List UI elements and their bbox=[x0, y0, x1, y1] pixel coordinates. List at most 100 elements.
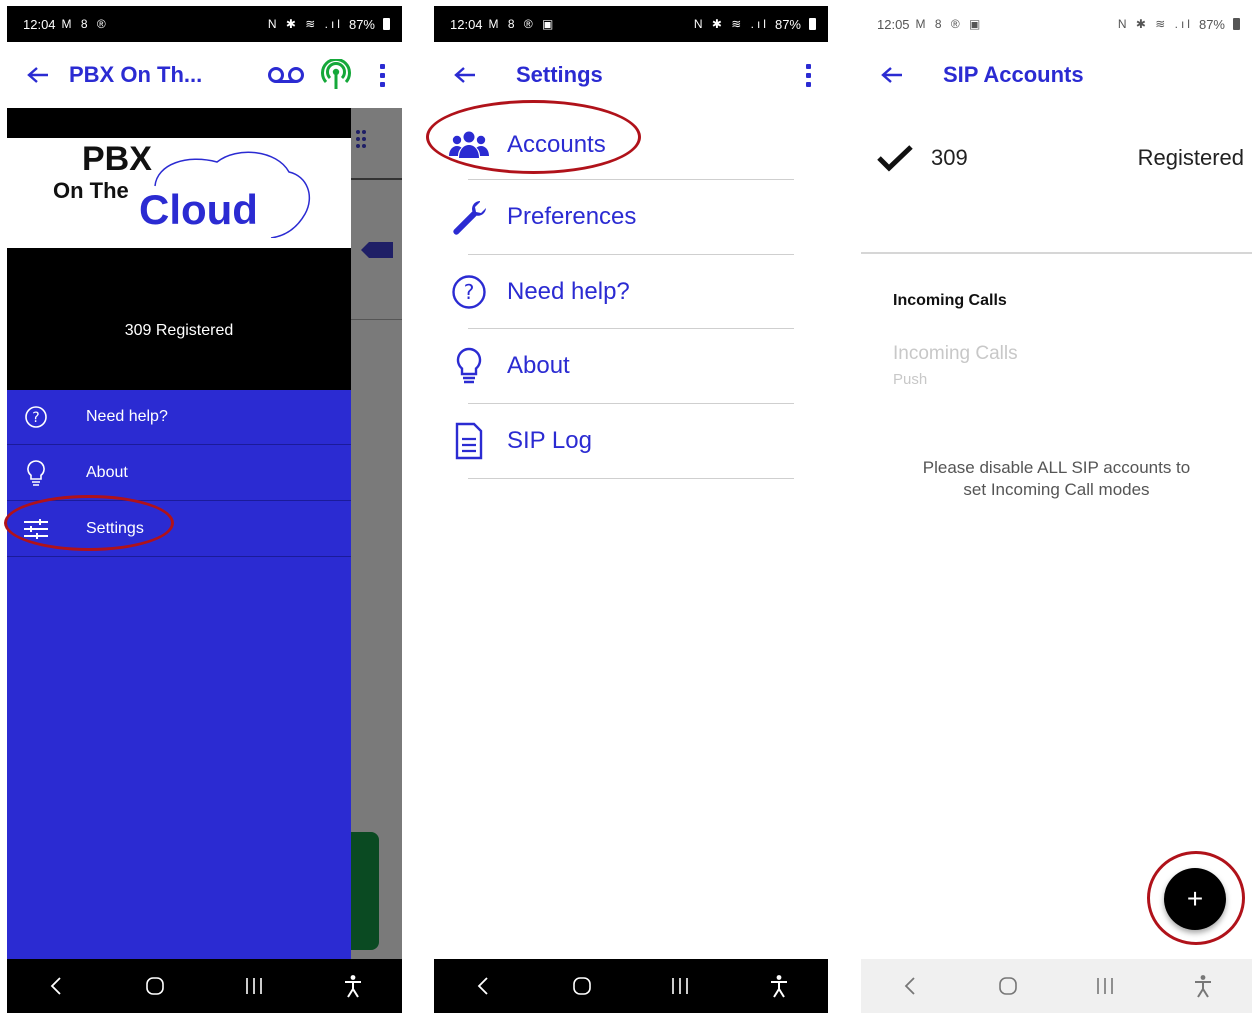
battery-level: 87% bbox=[348, 16, 375, 32]
logo-pbx-text: PBX bbox=[82, 140, 152, 178]
settings-item-accounts[interactable]: Accounts bbox=[434, 108, 828, 182]
more-dot bbox=[379, 81, 385, 87]
nav-recents-button[interactable] bbox=[650, 971, 710, 1001]
accessibility-button[interactable] bbox=[749, 971, 809, 1001]
nav-recents-button[interactable] bbox=[224, 971, 284, 1001]
logo-onthe-text: On The bbox=[53, 178, 129, 203]
connection-status-button[interactable] bbox=[310, 59, 362, 91]
accessibility-button[interactable] bbox=[323, 971, 383, 1001]
system-nav-bar bbox=[434, 959, 828, 1013]
dialpad-icon bbox=[356, 130, 366, 148]
accessibility-icon bbox=[770, 975, 787, 998]
call-button bbox=[351, 832, 379, 950]
settings-item-preferences[interactable]: Preferences bbox=[434, 180, 828, 254]
recents-icon bbox=[246, 978, 262, 994]
home-square-icon bbox=[146, 977, 164, 995]
drawer-item-need-help[interactable]: ? Need help? bbox=[7, 390, 351, 445]
users-icon bbox=[434, 130, 504, 160]
wrench-icon bbox=[434, 199, 504, 235]
navigation-drawer: PBX On The Cloud 309 Registered ? Need h… bbox=[7, 108, 351, 959]
phone-settings-screen: 12:04 M 8 ® ▣ N ✱ ≋ .ıl 87% Settings Acc… bbox=[434, 6, 828, 1013]
pbx-logo: PBX On The Cloud bbox=[7, 138, 351, 248]
nav-back-button[interactable] bbox=[26, 971, 86, 1001]
battery-level: 87% bbox=[1198, 16, 1225, 32]
battery-icon bbox=[383, 18, 390, 30]
svg-text:?: ? bbox=[32, 410, 39, 426]
system-nav-bar bbox=[861, 959, 1252, 1013]
settings-item-need-help[interactable]: ? Need help? bbox=[434, 255, 828, 329]
accessibility-icon bbox=[1195, 975, 1212, 998]
voicemail-icon bbox=[268, 67, 304, 83]
account-name: 309 bbox=[931, 145, 968, 170]
settings-item-sip-log[interactable]: SIP Log bbox=[434, 404, 828, 478]
chevron-left-icon bbox=[477, 977, 488, 995]
more-dot bbox=[805, 72, 811, 78]
voicemail-button[interactable] bbox=[262, 66, 310, 84]
back-button[interactable] bbox=[434, 66, 496, 84]
connectivity-icons: N ✱ ≋ .ıl bbox=[693, 17, 769, 31]
chevron-left-icon bbox=[904, 977, 915, 995]
drawer-item-about[interactable]: About bbox=[7, 446, 351, 501]
section-divider bbox=[861, 252, 1252, 254]
add-account-button[interactable]: + bbox=[1164, 868, 1226, 930]
accessibility-button[interactable] bbox=[1173, 971, 1233, 1001]
drawer-item-label: About bbox=[86, 464, 128, 481]
connectivity-icons: N ✱ ≋ .ıl bbox=[267, 17, 343, 31]
status-time: 12:04 bbox=[23, 16, 56, 32]
status-bar: 12:04 M 8 ® N ✱ ≋ .ıl 87% bbox=[7, 6, 402, 42]
sliders-icon bbox=[7, 517, 65, 541]
recents-icon bbox=[1097, 978, 1114, 994]
document-icon bbox=[434, 422, 504, 460]
back-button[interactable] bbox=[7, 66, 69, 84]
status-time: 12:04 bbox=[450, 16, 483, 32]
settings-item-label: Accounts bbox=[507, 131, 606, 158]
nav-back-button[interactable] bbox=[453, 971, 513, 1001]
settings-item-label: Preferences bbox=[507, 203, 637, 230]
nav-recents-button[interactable] bbox=[1075, 971, 1135, 1001]
settings-item-about[interactable]: About bbox=[434, 329, 828, 403]
more-dot bbox=[379, 72, 385, 78]
home-square-icon bbox=[572, 977, 591, 995]
back-button[interactable] bbox=[861, 66, 923, 84]
dialer-background bbox=[351, 108, 402, 959]
page-title: SIP Accounts bbox=[943, 62, 1084, 87]
drawer-item-settings[interactable]: Settings bbox=[7, 502, 351, 557]
connectivity-icons: N ✱ ≋ .ıl bbox=[1117, 17, 1193, 31]
more-dot bbox=[379, 63, 385, 69]
nav-home-button[interactable] bbox=[125, 971, 185, 1001]
more-menu-button[interactable] bbox=[362, 63, 402, 87]
dialer-divider bbox=[351, 319, 402, 320]
dialer-divider bbox=[351, 178, 402, 180]
page-title: PBX On Th... bbox=[69, 62, 203, 87]
status-bar: 12:04 M 8 ® ▣ N ✱ ≋ .ıl 87% bbox=[434, 6, 828, 42]
more-menu-button[interactable] bbox=[788, 63, 828, 87]
lightbulb-icon bbox=[434, 347, 504, 385]
incoming-calls-setting: Incoming Calls bbox=[893, 343, 1018, 364]
account-status-line: 309 Registered bbox=[124, 322, 234, 339]
incoming-calls-message: Please disable ALL SIP accounts to set I… bbox=[922, 458, 1191, 499]
lightbulb-icon bbox=[7, 459, 65, 487]
settings-item-label: SIP Log bbox=[507, 427, 592, 454]
account-status: Registered bbox=[1137, 145, 1244, 170]
settings-item-label: About bbox=[507, 352, 570, 379]
nav-back-button[interactable] bbox=[880, 971, 940, 1001]
nav-home-button[interactable] bbox=[552, 971, 612, 1001]
nav-home-button[interactable] bbox=[978, 971, 1038, 1001]
notification-icons: M 8 ® bbox=[61, 17, 109, 31]
recents-icon bbox=[672, 978, 689, 994]
logo-cloud-text: Cloud bbox=[139, 186, 258, 233]
svg-text:?: ? bbox=[464, 280, 475, 304]
arrow-left-icon bbox=[27, 67, 48, 83]
settings-divider bbox=[468, 478, 794, 479]
sip-account-row[interactable]: 309 Registered bbox=[861, 108, 1252, 208]
app-bar: Settings bbox=[434, 42, 828, 108]
app-bar: SIP Accounts bbox=[861, 42, 1252, 108]
notification-icons: M 8 ® ▣ bbox=[915, 17, 984, 31]
phone-drawer-screen: 12:04 M 8 ® N ✱ ≋ .ıl 87% PBX On Th... P… bbox=[7, 6, 402, 1013]
arrow-left-icon bbox=[454, 67, 475, 83]
help-circle-icon: ? bbox=[434, 274, 504, 310]
status-bar: 12:05 M 8 ® ▣ N ✱ ≋ .ıl 87% bbox=[861, 6, 1252, 42]
battery-icon bbox=[809, 18, 816, 30]
more-dot bbox=[805, 81, 811, 87]
accessibility-icon bbox=[344, 975, 361, 998]
